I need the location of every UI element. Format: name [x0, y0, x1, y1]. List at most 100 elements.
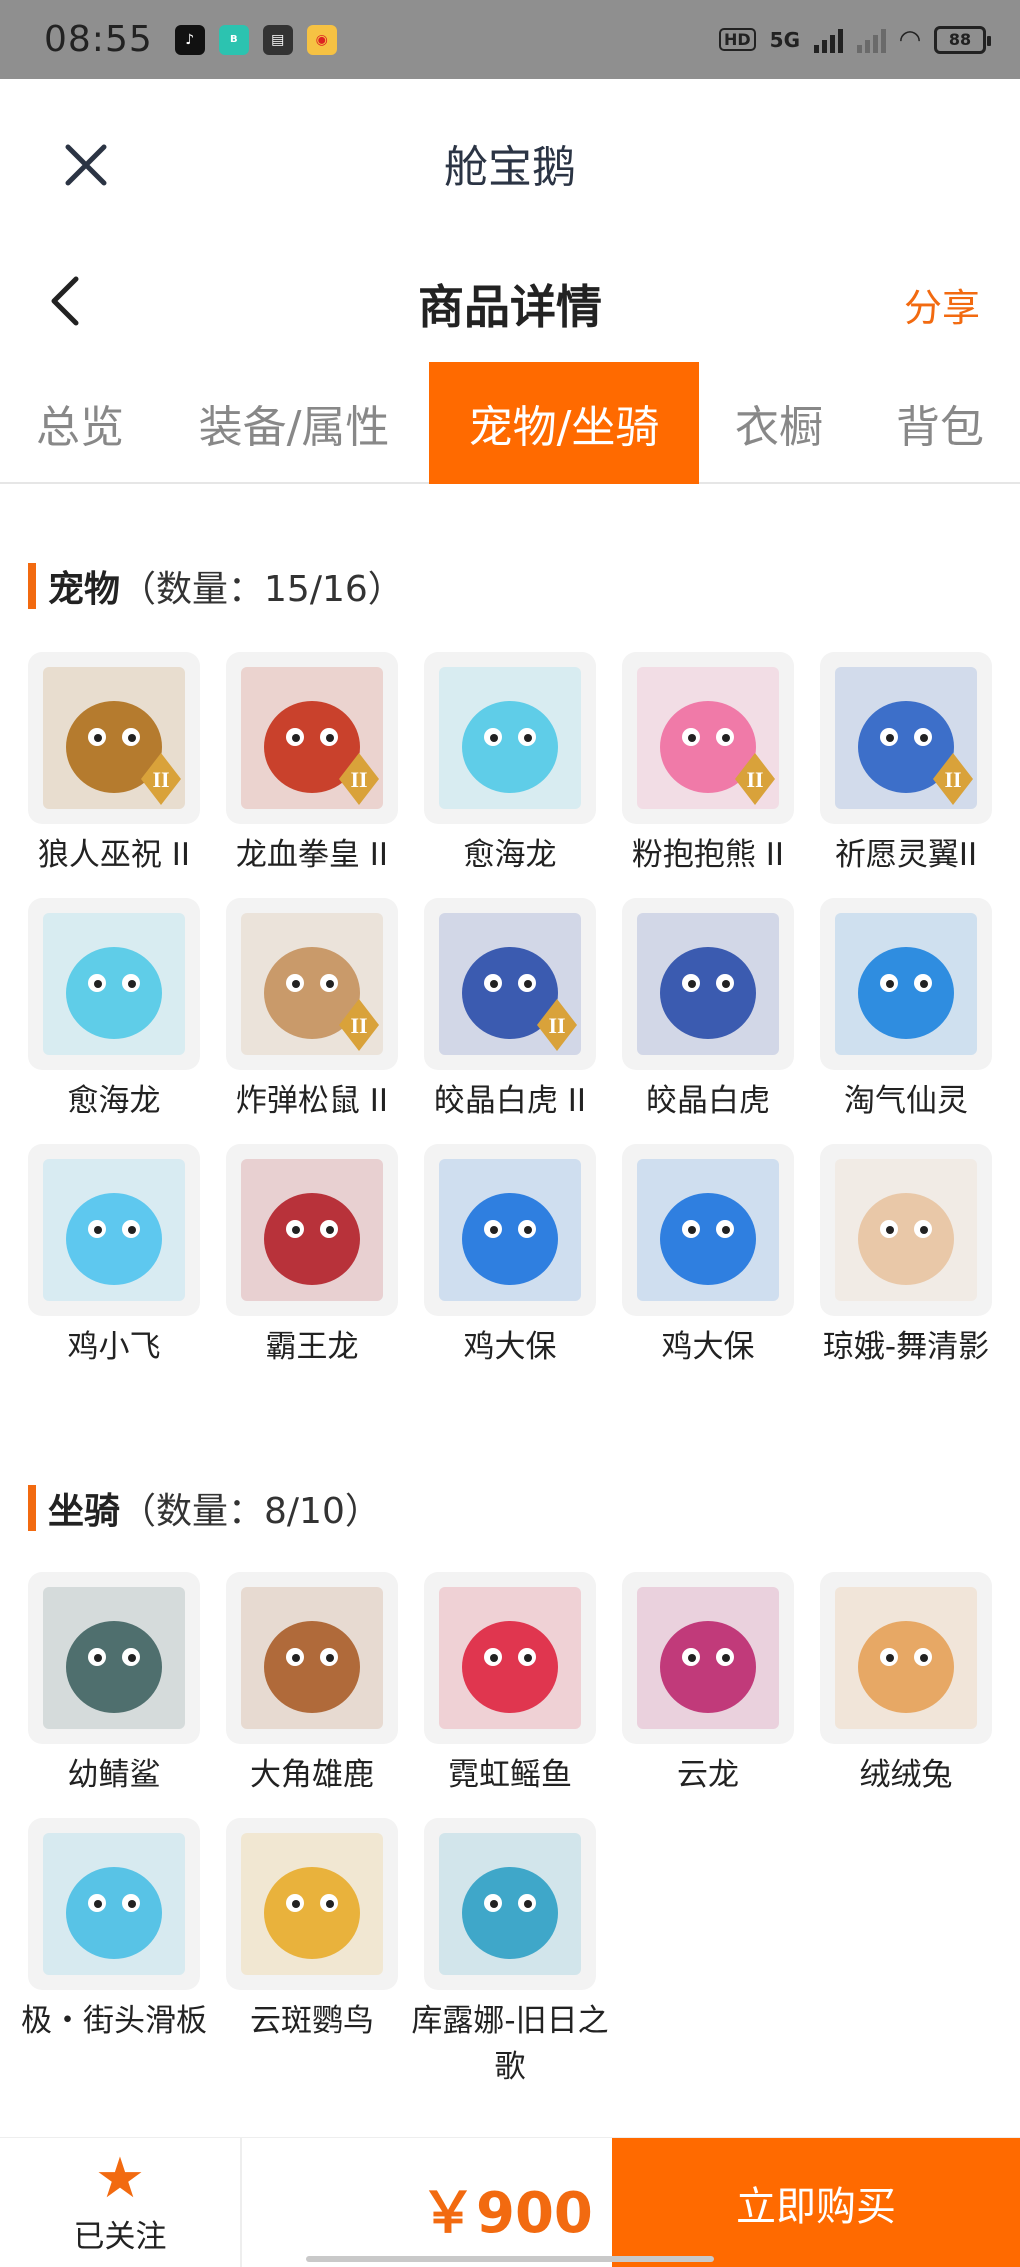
item-thumbnail — [820, 1572, 992, 1744]
item-name: 霓虹鳐鱼 — [448, 1757, 572, 1793]
t-rex-pet-icon — [241, 1159, 383, 1301]
item-thumbnail — [424, 1572, 596, 1744]
tab-pets-mounts[interactable]: 宠物/坐骑 — [429, 362, 699, 484]
grid-item[interactable]: 云龙 — [622, 1572, 794, 1798]
grid-item[interactable]: 琼娥-舞清影 — [820, 1144, 992, 1370]
item-name: 炸弹松鼠 II — [235, 1083, 389, 1119]
item-thumbnail: II — [226, 652, 398, 824]
item-name: 极・街头滑板 — [21, 2003, 207, 2039]
mounts-section-title: 坐骑 （数量：8/10） — [28, 1482, 381, 1534]
grid-item[interactable]: 绒绒兔 — [820, 1572, 992, 1798]
item-name: 愈海龙 — [463, 837, 557, 873]
grid-item[interactable]: 霓虹鳐鱼 — [424, 1572, 596, 1798]
grid-item[interactable]: II 龙血拳皇 II — [226, 652, 398, 878]
grid-item[interactable]: 库露娜-旧日之歌 — [411, 1818, 609, 2090]
grid-item[interactable]: 鸡大保 — [622, 1144, 794, 1370]
svg-text:II: II — [350, 767, 367, 792]
grid-item[interactable]: 幼鲭鲨 — [28, 1572, 200, 1798]
item-name: 绒绒兔 — [859, 1757, 953, 1793]
white-tiger-pet-icon — [637, 913, 779, 1055]
grid-item[interactable]: 云斑鹦鸟 — [226, 1818, 398, 2044]
item-thumbnail — [622, 1572, 794, 1744]
page-title: 商品详情 — [418, 280, 602, 334]
shark-mount-icon — [43, 1587, 185, 1729]
grid-item[interactable]: II 皎晶白虎 II — [424, 898, 596, 1124]
page-header: 商品详情 分享 — [0, 249, 1020, 359]
item-name: 祈愿灵翼II — [834, 837, 978, 873]
grid-item[interactable]: II 炸弹松鼠 II — [226, 898, 398, 1124]
grid-item[interactable]: 皎晶白虎 — [622, 898, 794, 1124]
blue-chick-pet-icon — [43, 1159, 185, 1301]
hd-badge: HD — [718, 28, 756, 51]
weibo-icon: ◉ — [306, 24, 337, 55]
mounts-heading: 坐骑 — [48, 1491, 121, 1532]
tab-equipment-attributes[interactable]: 装备/属性 — [180, 362, 408, 484]
kuluna-mount-icon — [439, 1833, 581, 1975]
section-accent-bar — [28, 1485, 36, 1531]
item-name: 云龙 — [677, 1757, 739, 1793]
status-time: 08:55 — [44, 19, 153, 60]
svg-text:II: II — [152, 767, 169, 792]
battery-level: 88 — [948, 30, 972, 49]
pets-count: （数量：15/16） — [120, 569, 404, 610]
grid-item[interactable]: 霸王龙 — [226, 1144, 398, 1370]
item-thumbnail — [622, 1144, 794, 1316]
signal-icon — [814, 27, 843, 53]
signal-secondary-icon — [857, 27, 886, 53]
tab-bar: 总览 装备/属性 宠物/坐骑 衣橱 背包 — [0, 362, 1020, 484]
item-name: 鸡大保 — [463, 1329, 557, 1365]
battery-icon: 88 — [934, 25, 991, 54]
home-indicator — [306, 2256, 714, 2262]
item-thumbnail — [28, 1818, 200, 1990]
svg-text:II: II — [548, 1013, 565, 1038]
tab-overview[interactable]: 总览 — [0, 362, 160, 484]
fluffy-rabbit-mount-icon — [835, 1587, 977, 1729]
parrot-mount-icon — [241, 1833, 383, 1975]
cool-chick-pet-icon — [637, 1159, 779, 1301]
grid-item[interactable]: 愈海龙 — [424, 652, 596, 878]
tab-wardrobe[interactable]: 衣橱 — [716, 362, 842, 484]
item-thumbnail — [424, 1144, 596, 1316]
grid-item[interactable]: 鸡大保 — [424, 1144, 596, 1370]
mounts-count: （数量：8/10） — [120, 1491, 381, 1532]
grid-item[interactable]: II 粉抱抱熊 II — [622, 652, 794, 878]
item-thumbnail — [424, 652, 596, 824]
item-name: 鸡小飞 — [67, 1329, 161, 1365]
grid-item[interactable]: II 狼人巫祝 II — [28, 652, 200, 878]
item-name: 愈海龙 — [67, 1083, 161, 1119]
follow-button[interactable]: ★ 已关注 — [0, 2138, 242, 2267]
status-bar: 08:55 ♪ B ▤ ◉ HD 5G ◠ 88 — [0, 0, 1020, 79]
item-thumbnail — [226, 1818, 398, 1990]
item-thumbnail — [28, 1572, 200, 1744]
item-name: 鸡大保 — [661, 1329, 755, 1365]
app-title: 舱宝鹅 — [444, 142, 576, 193]
grid-item[interactable]: 大角雄鹿 — [226, 1572, 398, 1798]
svg-text:II: II — [944, 767, 961, 792]
item-name: 云斑鹦鸟 — [250, 2003, 374, 2039]
stag-mount-icon — [241, 1587, 383, 1729]
buy-now-button[interactable]: 立即购买 — [612, 2138, 1020, 2267]
network-label: 5G — [769, 27, 800, 52]
sea-dragon-pet-icon — [43, 913, 185, 1055]
cloud-dragon-mount-icon — [637, 1587, 779, 1729]
item-name: 琼娥-舞清影 — [822, 1329, 990, 1365]
fairy-pup-pet-icon — [835, 913, 977, 1055]
dancer-pet-icon — [835, 1159, 977, 1301]
item-thumbnail: II — [424, 898, 596, 1070]
tab-backpack[interactable]: 背包 — [870, 362, 1010, 484]
item-thumbnail — [424, 1818, 596, 1990]
grid-item[interactable]: 淘气仙灵 — [820, 898, 992, 1124]
item-thumbnail — [820, 898, 992, 1070]
item-name: 粉抱抱熊 II — [631, 837, 785, 873]
star-icon: ★ — [94, 2145, 146, 2211]
grid-item[interactable]: II 祈愿灵翼II — [820, 652, 992, 878]
svg-text:II: II — [350, 1013, 367, 1038]
pink-bear-pet-icon: II — [637, 667, 779, 809]
item-name: 淘气仙灵 — [844, 1083, 968, 1119]
grid-item[interactable]: 鸡小飞 — [28, 1144, 200, 1370]
share-button[interactable]: 分享 — [904, 277, 980, 332]
grid-item[interactable]: 极・街头滑板 — [21, 1818, 207, 2044]
item-thumbnail: II — [622, 652, 794, 824]
grid-item[interactable]: 愈海龙 — [28, 898, 200, 1124]
spirit-wing-pet-icon: II — [835, 667, 977, 809]
